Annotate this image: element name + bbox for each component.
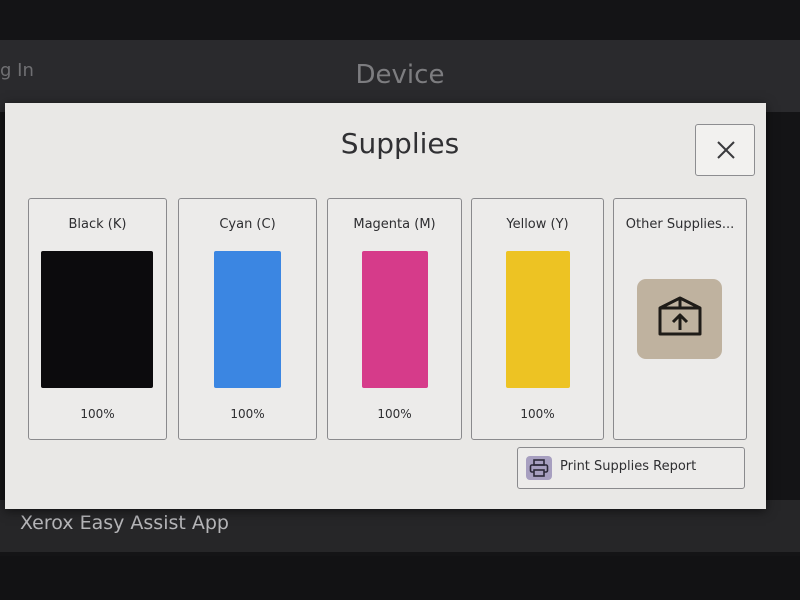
supplies-dialog: Supplies Black (K) 100% Cyan (C) 100% Ma… <box>5 103 766 509</box>
supply-card-black[interactable]: Black (K) 100% <box>28 198 167 440</box>
other-supplies-label: Other Supplies... <box>625 217 735 232</box>
printer-icon-tile <box>526 456 552 480</box>
supply-label: Black (K) <box>68 217 127 232</box>
supply-percent: 100% <box>377 407 412 421</box>
supply-card-yellow[interactable]: Yellow (Y) 100% <box>471 198 604 440</box>
supply-card-magenta[interactable]: Magenta (M) 100% <box>327 198 462 440</box>
box-upload-icon <box>658 296 702 336</box>
supply-percent: 100% <box>230 407 265 421</box>
toner-level-bar <box>362 251 428 388</box>
other-supplies-icon-tile <box>637 279 722 359</box>
print-supplies-report-button[interactable]: Print Supplies Report <box>517 447 745 489</box>
supply-label: Yellow (Y) <box>506 217 569 232</box>
supply-label: Cyan (C) <box>219 217 276 232</box>
supply-percent: 100% <box>80 407 115 421</box>
print-supplies-report-label: Print Supplies Report <box>560 459 697 474</box>
supply-card-cyan[interactable]: Cyan (C) 100% <box>178 198 317 440</box>
dialog-title: Supplies <box>340 127 460 160</box>
background-list-row-label: Xerox Easy Assist App <box>20 512 229 534</box>
close-button[interactable] <box>695 124 755 176</box>
background-title: Device <box>355 60 445 90</box>
toner-level-bar <box>41 251 153 388</box>
close-icon <box>717 141 735 159</box>
other-supplies-card[interactable]: Other Supplies... <box>613 198 747 440</box>
toner-level-bar <box>214 251 281 388</box>
background-bottom <box>0 556 800 600</box>
printer-icon <box>529 459 549 477</box>
background-left-partial-label: g In <box>0 60 34 81</box>
supply-percent: 100% <box>520 407 555 421</box>
toner-level-bar <box>506 251 570 388</box>
supply-label: Magenta (M) <box>353 217 436 232</box>
